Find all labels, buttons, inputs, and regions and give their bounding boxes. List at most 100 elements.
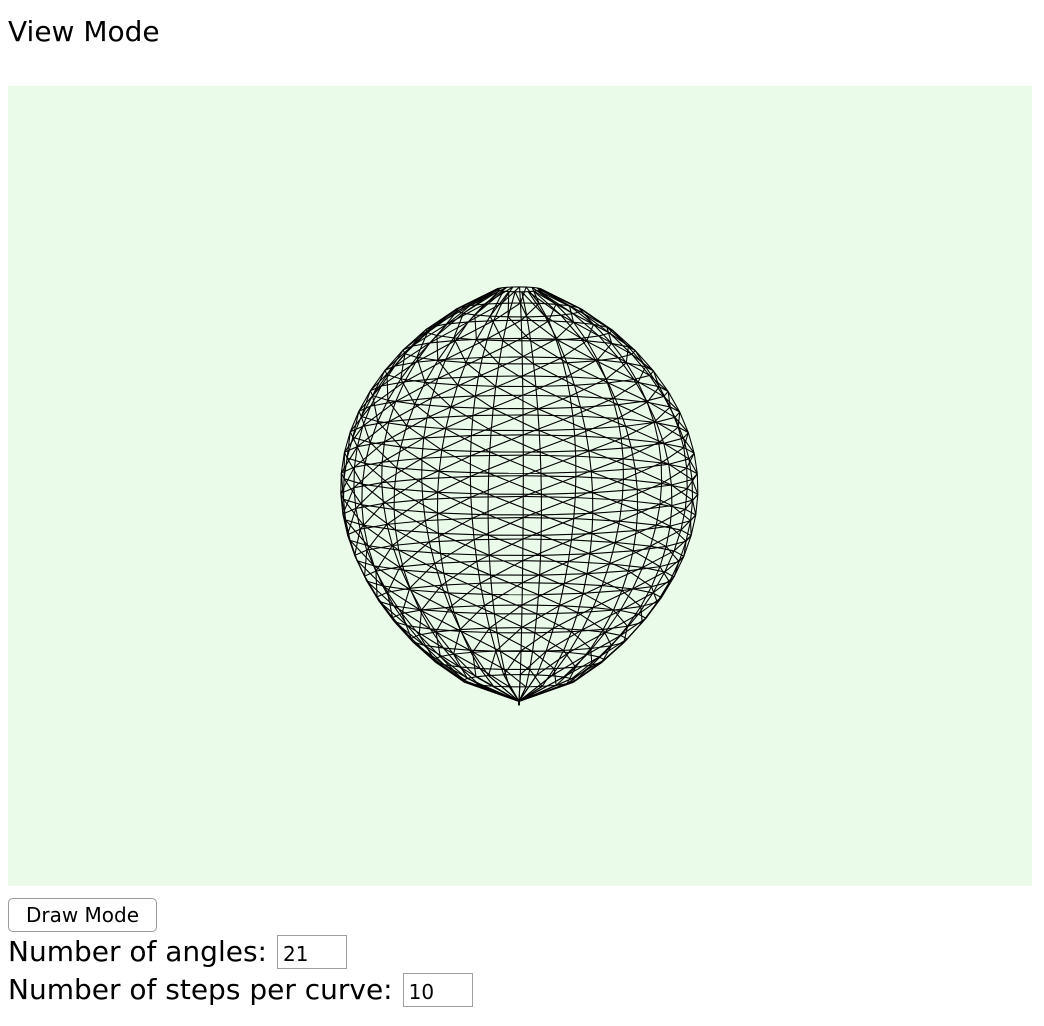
mesh-edge [539,555,542,576]
mesh-edge [465,339,477,363]
mesh-edge [521,291,528,318]
mesh-edge [568,651,588,656]
mesh-edge [437,491,489,516]
mesh-edge [521,319,549,322]
mesh-edge [522,560,569,563]
mesh-edge [589,553,629,572]
mesh-edge [424,520,430,543]
mesh-edge [476,560,523,562]
draw-mode-button[interactable]: Draw Mode [8,898,157,932]
mesh-edge [437,512,489,536]
mesh-edge [488,555,492,576]
mesh-edge [539,288,542,290]
mesh-edge [525,669,531,687]
mesh-edge [469,435,472,456]
mesh-edge [483,605,491,629]
mesh-edge [671,505,691,522]
mesh-edge [520,320,523,339]
mesh-edge [623,458,662,464]
mesh-edge [522,604,560,607]
mesh-edge [529,668,555,671]
mesh-edge [534,613,538,633]
mesh-edge [586,653,600,658]
mesh-edge [574,382,609,386]
mesh-edge [377,420,407,427]
mesh-edge [386,374,389,401]
mesh-edge [453,651,473,655]
mesh-edge [468,320,494,323]
mesh-edge [470,497,473,519]
mesh-edge [540,451,592,473]
mesh-edge [361,463,366,485]
mesh-edge [561,340,588,359]
mesh-edge [448,592,493,596]
mesh-edge [540,471,592,474]
mesh-edge [342,478,345,500]
mesh-edge [423,417,428,439]
mesh-edge [523,495,576,499]
mesh-edge [574,435,622,440]
mesh-edge [633,374,650,381]
mesh-edge [575,496,623,501]
steps-input[interactable] [402,973,473,1007]
mesh-edge [386,499,424,525]
mesh-edge [484,604,523,607]
mesh-edge [623,462,662,480]
mesh-edge [386,374,401,380]
mesh-edge [500,650,530,670]
mesh-edge [461,630,498,634]
mesh-edge [591,513,594,534]
mesh-edge [491,594,538,615]
mesh-edge [671,479,693,486]
mesh-edge [470,495,524,498]
mesh-edge [546,650,569,654]
mesh-edge [580,404,618,408]
mesh-edge [361,504,365,526]
mesh-edge [423,435,472,439]
mesh-edge [590,471,594,493]
mesh-edge [489,315,504,341]
mesh-edge [488,674,504,677]
mesh-edge [422,496,471,501]
mesh-edge [609,563,643,568]
mesh-edge [696,473,699,495]
mesh-edge [421,435,472,459]
mesh-edge [520,627,523,651]
mesh-edge [476,538,524,562]
mesh-edge [429,539,475,543]
mesh-edge [545,314,562,317]
mesh-edge [540,534,591,555]
mesh-edge [625,426,632,448]
view-canvas[interactable] [8,86,1032,886]
mesh-edge [481,338,488,358]
mesh-edge [598,656,605,661]
mesh-edge [353,487,357,509]
mesh-edge [492,408,540,432]
mesh-edge [537,406,581,410]
mesh-edge [441,449,489,474]
mesh-edge [570,395,613,400]
mesh-edge [518,676,564,702]
mesh-edge [522,561,569,584]
mesh-edge [612,381,639,400]
mesh-edge [574,476,577,498]
mesh-edge [533,363,537,387]
steps-control: Number of steps per curve: [8,971,473,1009]
mesh-edge [421,475,471,480]
mesh-edge [621,479,624,501]
angles-input[interactable] [276,935,347,969]
mesh-edge [669,505,673,527]
mesh-edge [488,650,497,676]
mesh-edge [404,353,417,358]
mesh-edge [539,573,588,576]
mesh-edge [575,476,624,480]
mesh-edge [473,539,478,562]
mesh-edge [521,627,554,629]
mesh-edge [521,605,560,629]
mesh-edge [568,541,616,563]
mesh-edge [605,362,627,380]
mesh-edge [476,339,503,342]
mesh-edge [619,520,657,526]
mesh-edge [661,467,688,484]
mesh-edge [472,650,496,653]
